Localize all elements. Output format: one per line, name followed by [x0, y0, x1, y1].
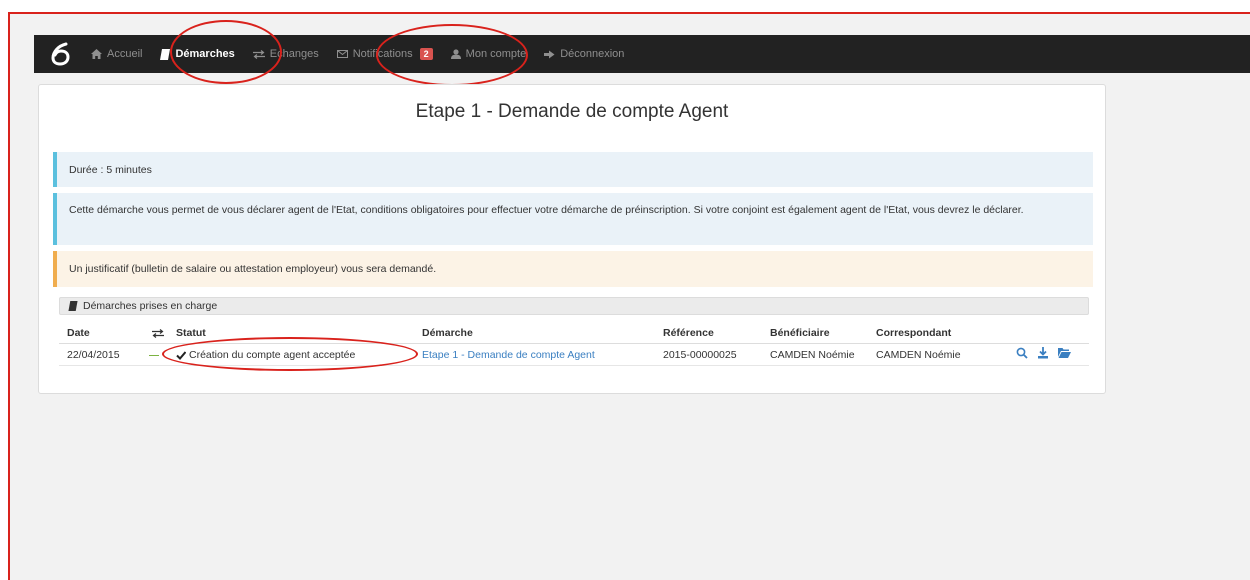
envelope-icon [336, 50, 348, 58]
cell-correspondant: CAMDEN Noémie [876, 349, 961, 361]
cell-beneficiaire: CAMDEN Noémie [770, 349, 855, 361]
nav-item-mon-compte[interactable]: Mon compte [442, 35, 536, 73]
exchange-icon [252, 49, 265, 59]
column-header-beneficiaire[interactable]: Bénéficiaire [770, 327, 830, 339]
column-header-correspondant[interactable]: Correspondant [876, 327, 951, 339]
column-header-demarche[interactable]: Démarche [422, 327, 473, 339]
logo[interactable] [40, 35, 82, 73]
demarches-table-panel: Démarches prises en charge Date Statut D… [59, 297, 1089, 387]
nav-item-label: Accueil [107, 48, 143, 60]
page-title: Etape 1 - Demande de compte Agent [415, 101, 729, 122]
nav-item-accueil[interactable]: Accueil [82, 35, 151, 73]
logo-icon [51, 42, 70, 66]
nav-item-label: Notifications [352, 48, 413, 60]
header-divider [59, 343, 1089, 344]
row-divider [59, 365, 1089, 366]
notification-count-badge: 2 [419, 48, 433, 60]
user-icon [450, 49, 461, 59]
table-heading: Démarches prises en charge [59, 297, 1089, 315]
home-icon [91, 49, 102, 59]
column-header-reference[interactable]: Référence [663, 327, 714, 339]
book-icon [68, 301, 78, 311]
logout-icon [544, 50, 555, 58]
description-info: Cette démarche vous permet de vous décla… [53, 193, 1093, 245]
check-icon [176, 351, 186, 360]
nav-item-echanges[interactable]: Echanges [244, 35, 328, 73]
nav-item-label: Mon compte [465, 48, 527, 60]
nav-item-demarches[interactable]: Démarches [151, 35, 243, 73]
row-indicator-line [149, 355, 159, 356]
folder-open-icon[interactable] [1058, 347, 1071, 358]
cell-reference: 2015-00000025 [663, 349, 737, 361]
table-heading-label: Démarches prises en charge [83, 300, 218, 312]
cell-statut: Création du compte agent acceptée [189, 349, 356, 361]
cell-demarche-link[interactable]: Etape 1 - Demande de compte Agent [422, 349, 595, 361]
nav-item-label: Echanges [269, 48, 319, 60]
main-panel: Etape 1 - Demande de compte Agent Durée … [38, 84, 1106, 394]
document-warning: Un justificatif (bulletin de salaire ou … [53, 251, 1093, 287]
nav-item-deconnexion[interactable]: Déconnexion [535, 35, 633, 73]
column-header-statut[interactable]: Statut [176, 327, 206, 339]
nav-item-label: Déconnexion [560, 48, 625, 60]
book-icon [160, 48, 171, 60]
row-actions [1016, 347, 1071, 359]
nav-item-notifications[interactable]: Notifications 2 [328, 35, 442, 73]
cell-date: 22/04/2015 [67, 349, 120, 361]
search-icon[interactable] [1016, 347, 1028, 359]
nav-item-label: Démarches [175, 48, 235, 60]
column-header-date[interactable]: Date [67, 327, 90, 339]
download-icon[interactable] [1037, 347, 1049, 359]
warning-text: Un justificatif (bulletin de salaire ou … [69, 263, 437, 275]
top-navbar: Accueil Démarches Echanges Notifications… [34, 35, 1250, 73]
duration-info: Durée : 5 minutes [53, 152, 1093, 187]
duration-text: Durée : 5 minutes [69, 163, 152, 176]
description-text: Cette démarche vous permet de vous décla… [69, 204, 1024, 216]
sort-icon[interactable] [151, 329, 165, 338]
